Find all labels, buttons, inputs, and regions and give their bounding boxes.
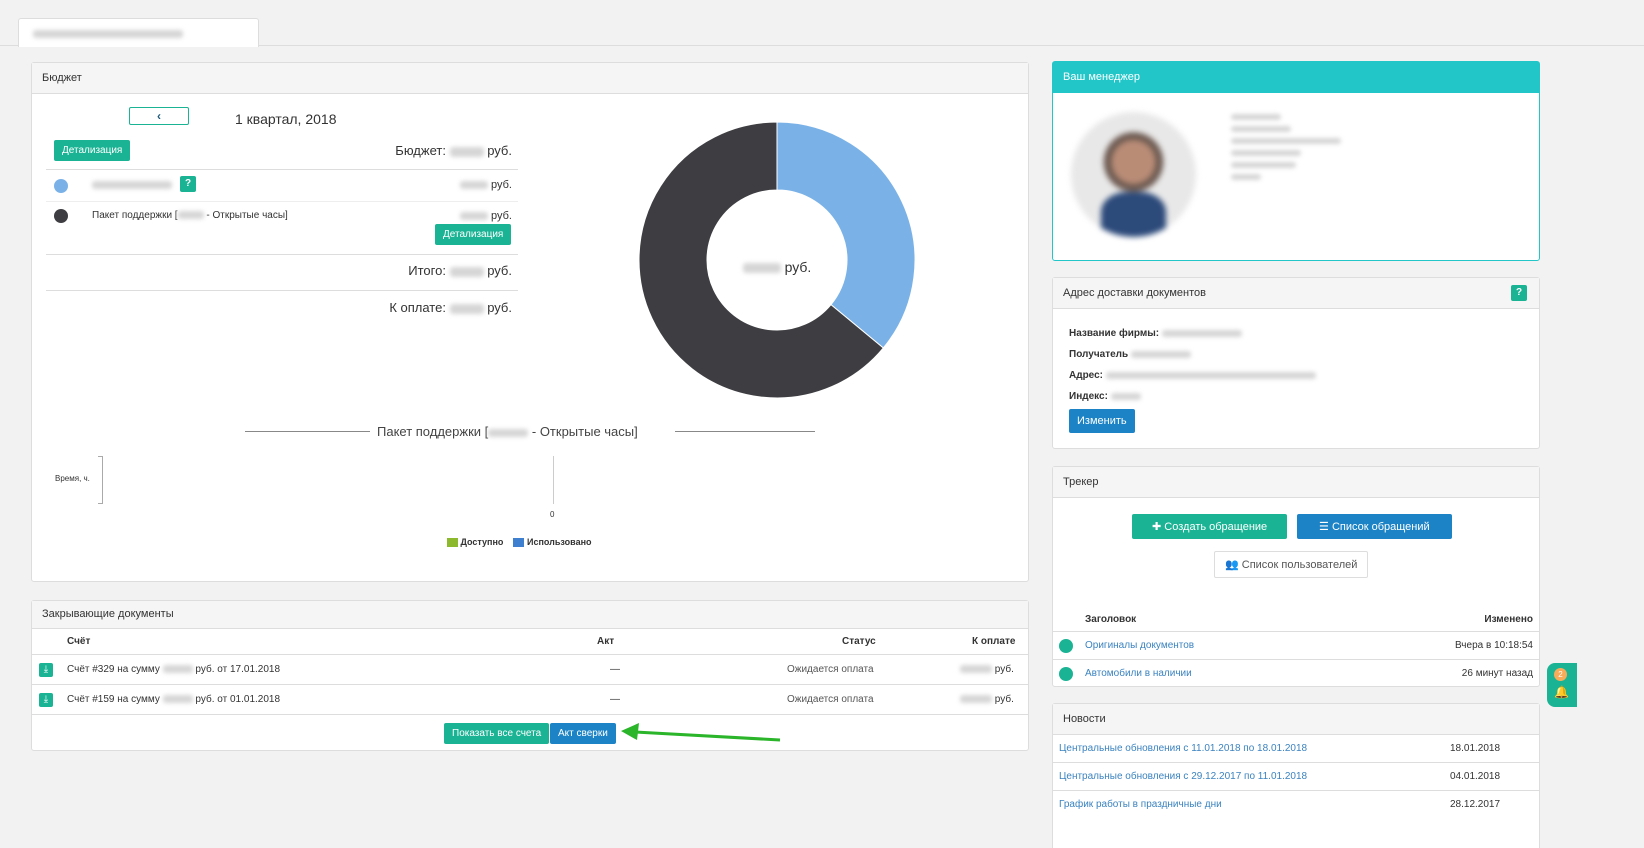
recipient-field: Получатель [1069, 344, 1316, 365]
user-list-button[interactable]: 👥 Список пользователей [1214, 551, 1369, 578]
legend-dot-dark [54, 209, 68, 223]
package-chart-ylabel: Время, ч. [55, 474, 90, 483]
address-panel-title: Адрес доставки документов ? [1053, 278, 1539, 309]
notification-count-badge: 2 [1554, 668, 1567, 681]
legend-dot-blue [54, 179, 68, 193]
legend-available-swatch [447, 538, 458, 548]
chevron-left-icon: ‹ [157, 109, 161, 123]
download-icon[interactable]: ⤓ [39, 663, 53, 677]
create-ticket-button[interactable]: ✚ Создать обращение [1132, 514, 1288, 539]
list-icon: ☰ [1319, 521, 1329, 533]
arrow-annotation-icon [621, 723, 781, 742]
prev-period-button[interactable]: ‹ [129, 107, 189, 125]
list-item[interactable]: Центральные обновления с 11.01.2018 по 1… [1053, 735, 1539, 763]
manager-panel: Ваш менеджер [1052, 61, 1540, 261]
company-name-blurred [33, 30, 183, 39]
budget-total: Бюджет: руб. [395, 143, 512, 158]
plus-icon: ✚ [1152, 521, 1162, 533]
closing-docs-panel: Закрывающие документы Счёт Акт Статус К … [31, 600, 1029, 751]
list-item[interactable]: Оригиналы документов Вчера в 10:18:54 [1053, 632, 1539, 660]
avatar [1071, 112, 1196, 237]
help-icon[interactable]: ? [180, 176, 196, 192]
package-chart-zero: 0 [550, 510, 555, 519]
donut-slice-0[interactable] [776, 121, 916, 349]
status-dot-icon [1059, 667, 1073, 681]
address-panel: Адрес доставки документов ? Название фир… [1052, 277, 1540, 449]
package-chart-legend: Доступно Использовано [447, 537, 592, 548]
donut-center-label: руб. [737, 259, 817, 275]
budget-panel: Бюджет ‹ 1 квартал, 2018 Детализация Бюд… [31, 62, 1029, 582]
package-chart-title: Пакет поддержки [ - Открытые часы] [377, 424, 638, 439]
manager-panel-title: Ваш менеджер [1053, 62, 1539, 93]
address-field: Адрес: [1069, 365, 1316, 386]
manager-info-blurred [1231, 114, 1341, 180]
help-icon[interactable]: ? [1511, 285, 1527, 301]
reconcile-act-button[interactable]: Акт сверки [550, 723, 616, 744]
tab-bar [0, 0, 1644, 47]
index-field: Индекс: [1069, 386, 1316, 407]
row1-label-blurred [92, 181, 172, 189]
show-all-invoices-button[interactable]: Показать все счета [444, 723, 550, 744]
tracker-panel-title: Трекер [1053, 467, 1539, 498]
change-address-button[interactable]: Изменить [1069, 409, 1135, 433]
row1-amount: руб. [412, 179, 512, 191]
legend-used-swatch [513, 538, 525, 548]
row2-label: Пакет поддержки [ - Открытые часы] [92, 210, 288, 221]
list-item[interactable]: График работы в праздничные дни 28.12.20… [1053, 791, 1539, 819]
to-pay-row: К оплате: руб. [389, 300, 512, 315]
closing-docs-title: Закрывающие документы [32, 601, 1028, 629]
news-panel: Новости Центральные обновления с 11.01.2… [1052, 703, 1540, 848]
tracker-panel: Трекер ✚ Создать обращение ☰ Список обра… [1052, 466, 1540, 687]
list-item[interactable]: Автомобили в наличии 26 минут назад [1053, 660, 1539, 687]
notification-button[interactable]: 2 🔔 [1547, 663, 1577, 707]
users-icon: 👥 [1225, 559, 1239, 571]
period-label: 1 квартал, 2018 [235, 111, 337, 127]
total-row: Итого: руб. [408, 263, 512, 278]
bell-icon: 🔔 [1554, 685, 1569, 699]
package-details-button[interactable]: Детализация [435, 224, 512, 245]
budget-details-button[interactable]: Детализация [54, 140, 131, 161]
list-item[interactable]: Центральные обновления с 29.12.2017 по 1… [1053, 763, 1539, 791]
table-row: ⤓ Счёт #159 на сумму руб. от 01.01.2018 … [32, 685, 1028, 715]
company-field: Название фирмы: [1069, 323, 1316, 344]
table-row: ⤓ Счёт #329 на сумму руб. от 17.01.2018 … [32, 655, 1028, 685]
status-dot-icon [1059, 639, 1073, 653]
download-icon[interactable]: ⤓ [39, 693, 53, 707]
budget-panel-title: Бюджет [32, 63, 1028, 94]
news-panel-title: Новости [1053, 704, 1539, 735]
ticket-list-button[interactable]: ☰ Список обращений [1297, 514, 1452, 539]
row2-amount: руб. [412, 210, 512, 222]
company-tab[interactable] [18, 18, 259, 47]
